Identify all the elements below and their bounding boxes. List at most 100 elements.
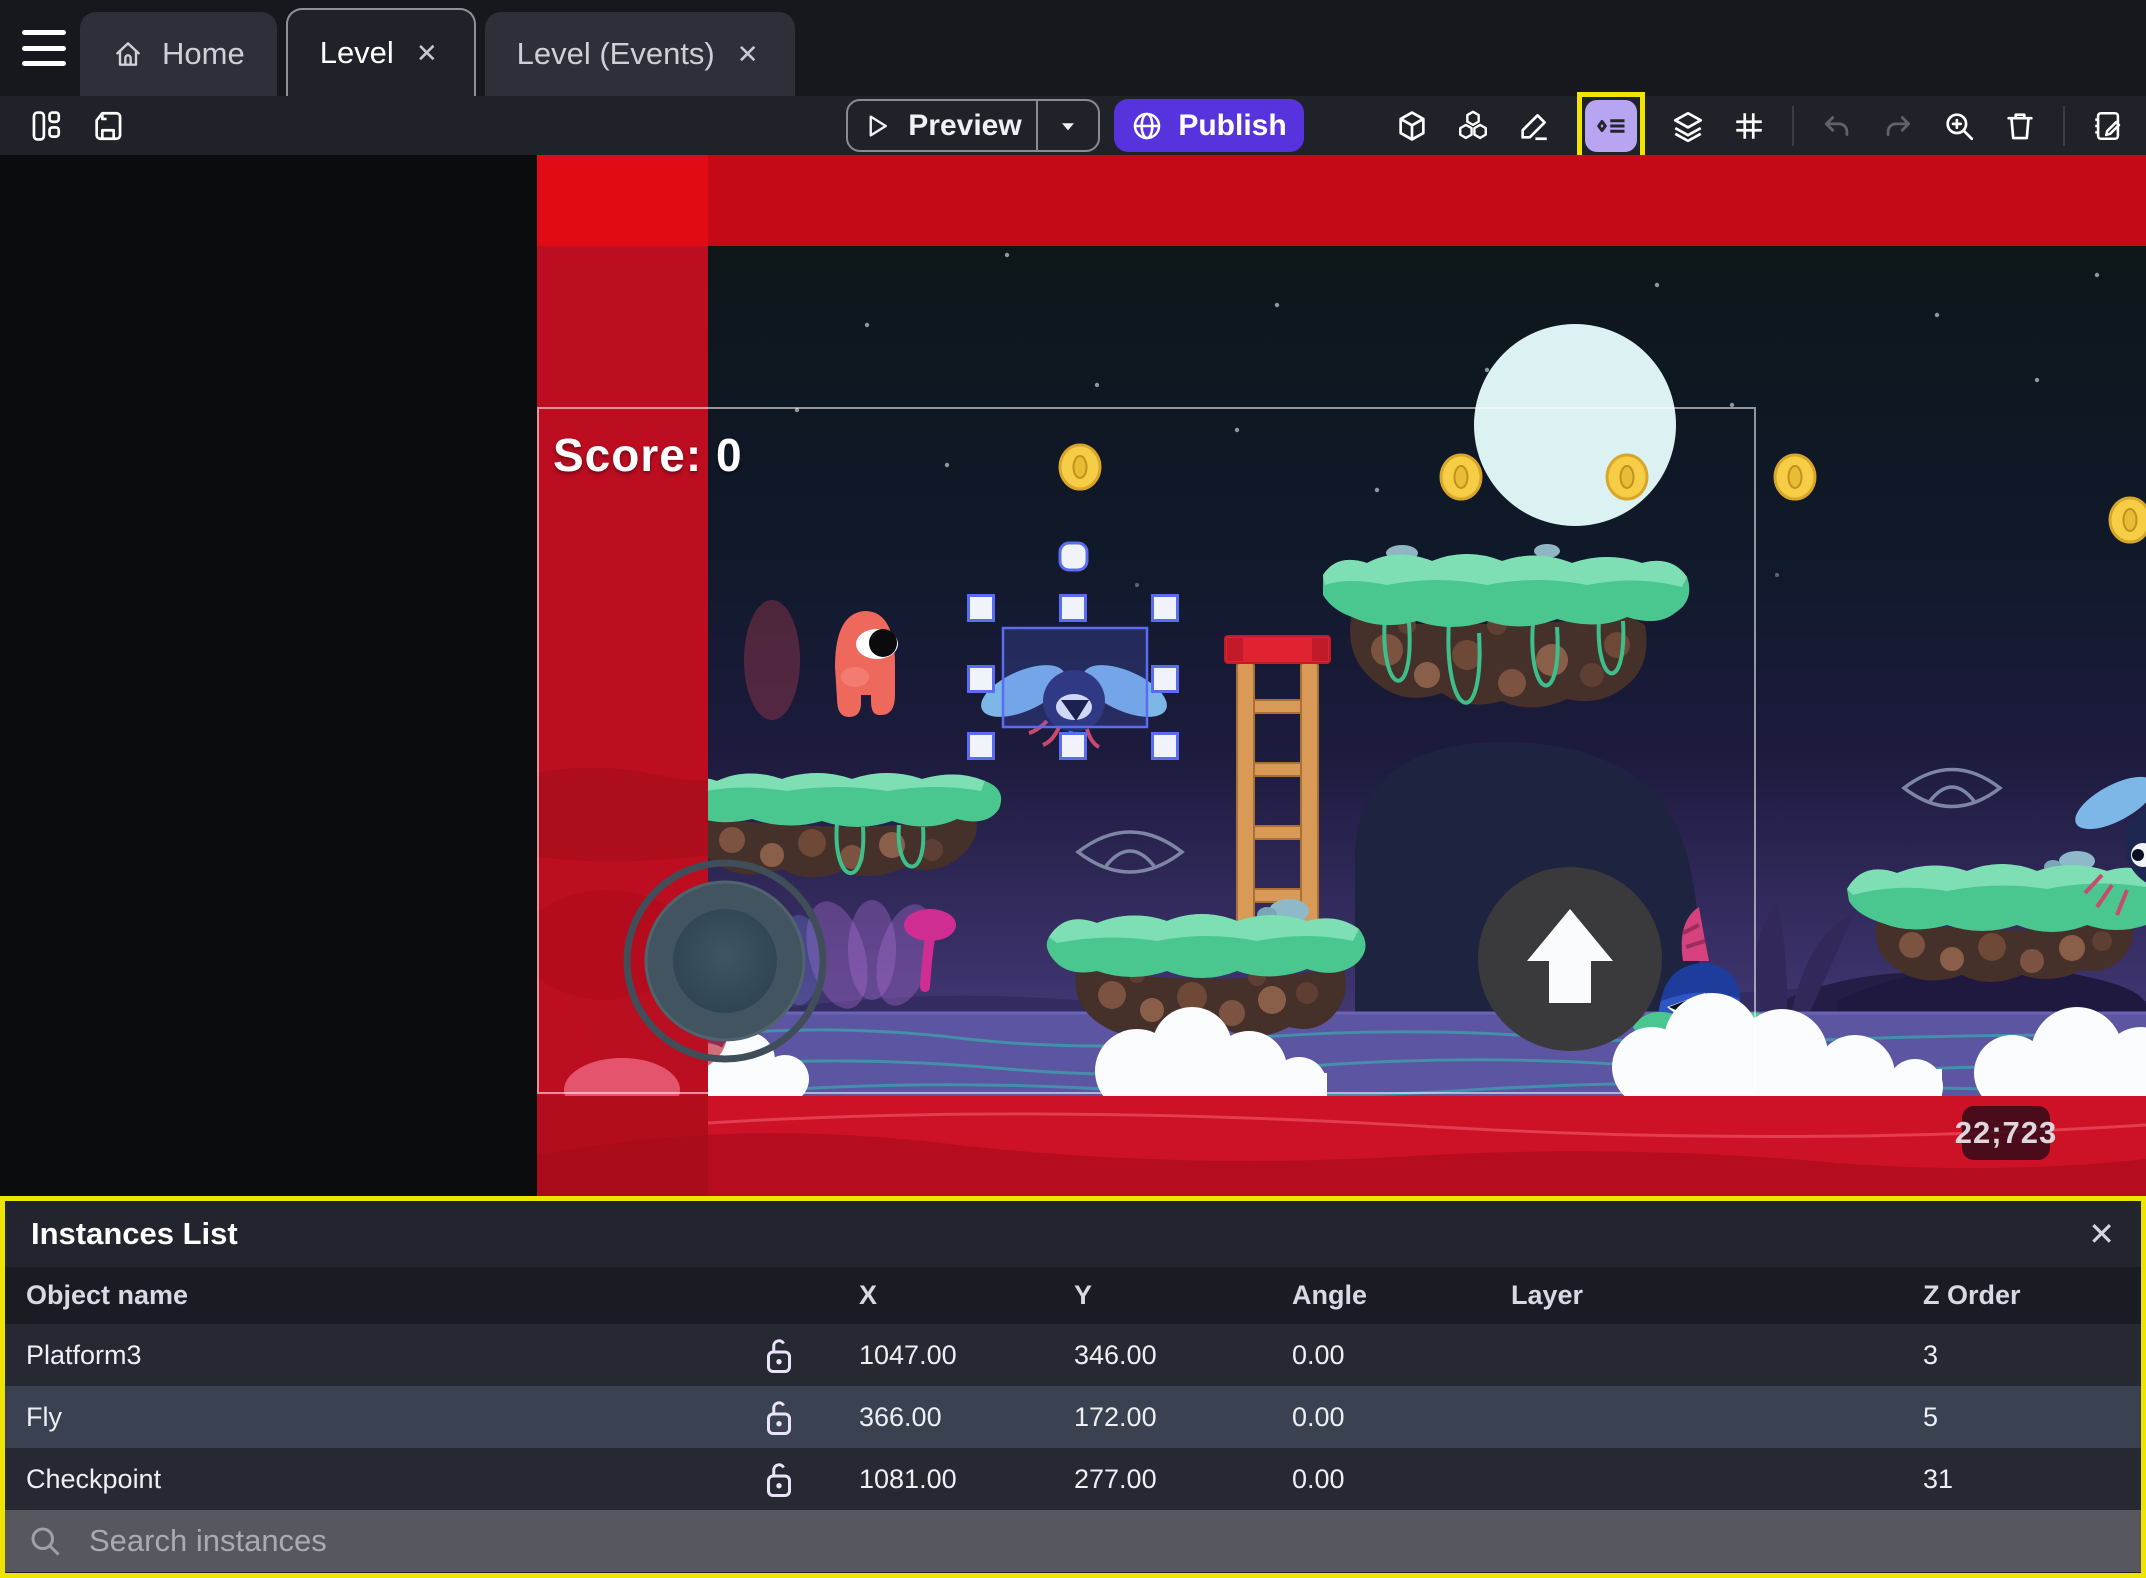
cell-zorder: 3 bbox=[1923, 1339, 1939, 1370]
red-overlay-top-band[interactable] bbox=[537, 155, 2146, 246]
scene-canvas[interactable] bbox=[537, 155, 2146, 1196]
column-header: Object name bbox=[26, 1280, 189, 1310]
save-icon[interactable] bbox=[90, 108, 126, 144]
virtual-joystick[interactable] bbox=[623, 859, 827, 1063]
scene-properties-icon[interactable] bbox=[2090, 108, 2126, 144]
unlock-icon bbox=[767, 1401, 791, 1435]
caret-down-icon bbox=[1062, 122, 1074, 130]
lock-toggle[interactable] bbox=[761, 1458, 859, 1500]
unlock-icon bbox=[767, 1339, 791, 1373]
jump-button[interactable] bbox=[1478, 867, 1662, 1051]
instances-table-header: Object name X Y Angle Layer Z Order bbox=[5, 1267, 2141, 1324]
tab-label: Level bbox=[319, 35, 394, 70]
toolbar-divider bbox=[2063, 105, 2065, 146]
coin bbox=[2108, 496, 2146, 544]
globe-icon bbox=[1134, 112, 1161, 139]
selection-box[interactable] bbox=[1001, 626, 1149, 729]
cell-angle: 0.00 bbox=[1292, 1339, 1345, 1370]
close-panel-button[interactable]: ✕ bbox=[2088, 1215, 2115, 1253]
selection-handle[interactable] bbox=[1151, 732, 1179, 760]
layers-icon[interactable] bbox=[1670, 108, 1706, 144]
panel-title: Instances List bbox=[31, 1216, 238, 1251]
object-name: Platform3 bbox=[26, 1339, 142, 1370]
objects-group-icon[interactable] bbox=[1455, 108, 1491, 144]
red-overlay-bottom-band bbox=[537, 1096, 2146, 1196]
highlight-box bbox=[1577, 91, 1645, 160]
instances-list-icon[interactable] bbox=[1585, 99, 1637, 152]
layout-panels-icon[interactable] bbox=[28, 108, 64, 144]
object-name: Fly bbox=[26, 1401, 62, 1432]
preview-button[interactable]: Preview bbox=[846, 99, 1100, 152]
lock-toggle[interactable] bbox=[761, 1396, 859, 1438]
close-icon[interactable]: ✕ bbox=[412, 36, 442, 71]
toolbar-divider bbox=[1792, 105, 1794, 146]
column-header: Angle bbox=[1292, 1280, 1368, 1310]
publish-button[interactable]: Publish bbox=[1114, 99, 1304, 152]
rotation-handle[interactable] bbox=[1058, 541, 1089, 572]
tab-bar: Home Level ✕ Level (Events) ✕ bbox=[0, 0, 2146, 96]
preview-label: Preview bbox=[908, 108, 1022, 142]
search-bar bbox=[5, 1510, 2141, 1572]
selection-handle[interactable] bbox=[967, 665, 995, 693]
lock-toggle[interactable] bbox=[761, 1334, 859, 1376]
search-input[interactable] bbox=[89, 1523, 2141, 1559]
moon[interactable] bbox=[1474, 324, 1676, 526]
table-row[interactable]: Checkpoint 1081.00 277.00 0.00 31 bbox=[5, 1448, 2141, 1510]
selection-handle[interactable] bbox=[1151, 594, 1179, 622]
tab-level[interactable]: Level ✕ bbox=[285, 8, 476, 96]
tab-home[interactable]: Home bbox=[80, 12, 277, 96]
cell-x: 1081.00 bbox=[859, 1463, 957, 1494]
undo-icon[interactable] bbox=[1819, 108, 1855, 144]
red-overlay-stripe[interactable] bbox=[537, 155, 727, 1196]
cell-zorder: 31 bbox=[1923, 1463, 1954, 1494]
selection-handle[interactable] bbox=[967, 732, 995, 760]
coin bbox=[1439, 453, 1483, 501]
cell-y: 277.00 bbox=[1074, 1463, 1157, 1494]
coin bbox=[1605, 453, 1649, 501]
unlock-icon bbox=[767, 1463, 791, 1497]
toolbar: Preview Publish bbox=[0, 91, 2146, 160]
scene-editor-canvas[interactable]: Score: 0 22;723 bbox=[0, 155, 2146, 1196]
table-row[interactable]: Platform3 1047.00 346.00 0.00 3 bbox=[5, 1324, 2141, 1386]
play-icon bbox=[869, 114, 888, 137]
selection-handle[interactable] bbox=[967, 594, 995, 622]
cell-y: 346.00 bbox=[1074, 1339, 1157, 1370]
selection-handle[interactable] bbox=[1151, 665, 1179, 693]
column-header: Z Order bbox=[1923, 1280, 2021, 1310]
add-object-icon[interactable] bbox=[1394, 108, 1430, 144]
cursor-coordinates-badge: 22;723 bbox=[1955, 1106, 2056, 1160]
close-icon[interactable]: ✕ bbox=[733, 37, 763, 72]
table-row[interactable]: Fly 366.00 172.00 0.00 5 bbox=[5, 1386, 2141, 1448]
menu-icon[interactable] bbox=[22, 30, 66, 66]
column-header: X bbox=[859, 1280, 878, 1310]
trash-icon[interactable] bbox=[2002, 108, 2038, 144]
tab-label: Level (Events) bbox=[516, 36, 715, 71]
selection-handle[interactable] bbox=[1059, 594, 1087, 622]
cell-zorder: 5 bbox=[1923, 1401, 1939, 1432]
cell-y: 172.00 bbox=[1074, 1401, 1157, 1432]
coin bbox=[1773, 453, 1817, 501]
cell-angle: 0.00 bbox=[1292, 1463, 1345, 1494]
preview-dropdown-button[interactable] bbox=[1036, 101, 1098, 150]
cell-x: 366.00 bbox=[859, 1401, 942, 1432]
score-text: Score: 0 bbox=[553, 429, 743, 481]
tab-label: Home bbox=[162, 36, 245, 71]
search-icon bbox=[31, 1527, 60, 1556]
edit-pencil-icon[interactable] bbox=[1516, 108, 1552, 144]
column-header: Y bbox=[1074, 1280, 1093, 1310]
close-icon: ✕ bbox=[2088, 1216, 2115, 1252]
column-header: Layer bbox=[1511, 1280, 1584, 1310]
zoom-in-icon[interactable] bbox=[1941, 108, 1977, 144]
grid-icon[interactable] bbox=[1731, 108, 1767, 144]
coin bbox=[1058, 443, 1102, 491]
selection-handle[interactable] bbox=[1059, 732, 1087, 760]
instances-list-panel: Instances List ✕ Object name X Y Angle L… bbox=[0, 1196, 2146, 1578]
publish-label: Publish bbox=[1178, 108, 1287, 142]
app-window: Home Level ✕ Level (Events) ✕ Preview Pu… bbox=[0, 0, 2146, 1578]
tab-level-events[interactable]: Level (Events) ✕ bbox=[484, 12, 795, 96]
home-icon bbox=[116, 42, 140, 66]
object-name: Checkpoint bbox=[26, 1463, 162, 1494]
cell-x: 1047.00 bbox=[859, 1339, 957, 1370]
cell-angle: 0.00 bbox=[1292, 1401, 1345, 1432]
redo-icon[interactable] bbox=[1880, 108, 1916, 144]
